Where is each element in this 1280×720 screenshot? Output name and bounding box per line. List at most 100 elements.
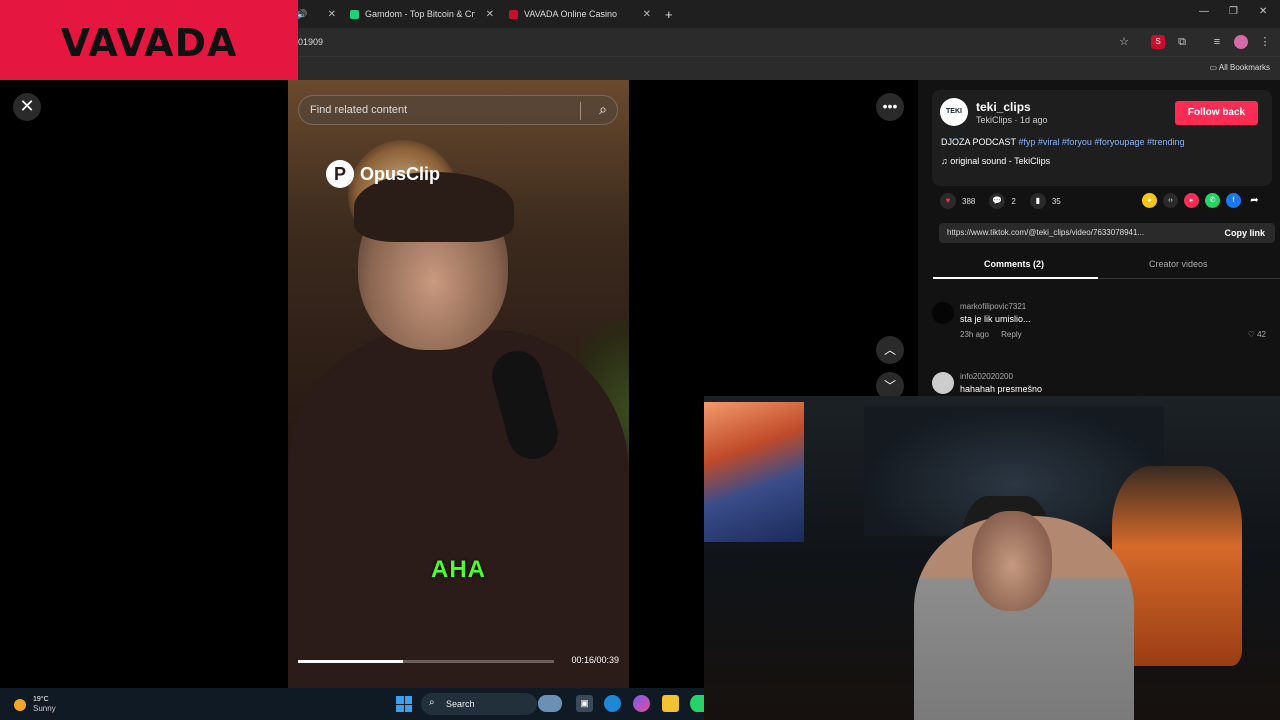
minimize-icon[interactable]: — — [1199, 6, 1209, 17]
active-tab-indicator — [933, 277, 1098, 279]
opusclip-watermark: P OpusClip — [326, 160, 440, 188]
video-player[interactable]: Find related content ⌕ P OpusClip AHA 00… — [288, 80, 629, 688]
tab-title: VAVADA Online Casino — [524, 9, 618, 19]
close-window-icon[interactable]: ✕ — [1259, 6, 1267, 17]
copilot-icon[interactable] — [633, 695, 650, 712]
creator-card: TEKI CLIPS teki_clips TekiClips · 1d ago… — [932, 90, 1272, 186]
gamdom-favicon-icon — [350, 9, 359, 19]
video-link[interactable]: https://www.tiktok.com/@teki_clips/video… — [947, 228, 1192, 237]
video-progress-fill — [298, 660, 403, 663]
video-link-box: https://www.tiktok.com/@teki_clips/video… — [939, 223, 1275, 243]
profile-avatar[interactable] — [1234, 35, 1248, 49]
url-text[interactable]: 01909 — [298, 37, 323, 47]
taskbar-search[interactable]: ⌕ Search — [421, 693, 537, 715]
folder-icon: ▭ — [1209, 63, 1219, 72]
creator-handle[interactable]: teki_clips — [976, 100, 1031, 114]
tab-title: Gamdom - Top Bitcoin & Crypto — [365, 9, 475, 19]
extensions-puzzle-icon[interactable]: ⧉ — [1175, 35, 1189, 49]
comment-avatar[interactable] — [932, 372, 954, 394]
more-options-button[interactable]: ••• — [876, 93, 904, 121]
tab-gamdom[interactable]: Gamdom - Top Bitcoin & Crypto ✕ — [350, 4, 494, 24]
tab-creator-videos[interactable]: Creator videos — [1149, 259, 1208, 269]
windows-taskbar: 19°C Sunny ⌕ Search ▣ — [0, 688, 704, 720]
facebook-icon[interactable]: f — [1226, 193, 1241, 208]
task-view-icon[interactable]: ▣ — [576, 695, 593, 712]
copy-link-button[interactable]: Copy link — [1224, 228, 1265, 238]
comment-item: markofilipovic7321 sta je lik umislio...… — [932, 302, 1272, 348]
sun-icon — [14, 698, 26, 711]
related-search-input[interactable]: Find related content ⌕ — [298, 95, 618, 125]
comment-item: info202020200 hahahah presmešno — [932, 372, 1272, 398]
bookmark-icon[interactable]: ▮ — [1029, 193, 1046, 209]
taskbar-search-label: Search — [446, 699, 475, 709]
comment-like-count: 42 — [1257, 330, 1266, 339]
tab-close-icon[interactable]: ✕ — [328, 9, 336, 20]
edge-icon[interactable] — [604, 695, 621, 712]
reply-button[interactable]: Reply — [1001, 330, 1021, 339]
embed-code-icon[interactable]: ‹› — [1163, 193, 1178, 208]
close-video-button[interactable]: ✕ — [13, 93, 41, 121]
coin-share-icon[interactable]: ● — [1142, 193, 1157, 208]
video-progress-bar[interactable] — [298, 660, 554, 663]
close-icon: ✕ — [19, 96, 35, 116]
streamer-webcam — [704, 396, 1280, 720]
tab-vavada[interactable]: VAVADA Online Casino ✕ — [509, 4, 651, 24]
chevron-up-icon: ︿ — [883, 343, 896, 357]
extension-s-icon[interactable]: S — [1151, 35, 1165, 49]
weather-widget[interactable]: 19°C Sunny — [14, 695, 56, 714]
windows-start-icon[interactable] — [396, 696, 412, 712]
comment-time: 23h ago — [960, 330, 989, 339]
search-divider — [580, 102, 581, 120]
heart-icon[interactable]: ♥ — [940, 193, 956, 209]
all-bookmarks[interactable]: ▭ All Bookmarks — [1210, 63, 1270, 72]
video-time: 00:16/00:39 — [571, 655, 619, 665]
comment-icon[interactable]: 💬 — [989, 193, 1006, 209]
engagement-stats: ♥ 388 💬 2 ▮ 35 — [940, 193, 1075, 209]
tab-close-icon[interactable]: ✕ — [643, 9, 651, 20]
tab-partial[interactable]: 🔊 ✕ — [296, 4, 336, 24]
comment-avatar[interactable] — [932, 302, 954, 324]
sound-link[interactable]: ♫ original sound - TekiClips — [941, 156, 1050, 166]
media-controls-icon[interactable]: ≡ — [1210, 35, 1224, 49]
hashtags[interactable]: #fyp #viral #foryou #foryoupage #trendin… — [1018, 137, 1184, 147]
more-dots-icon: ••• — [882, 98, 898, 114]
save-count: 35 — [1051, 196, 1061, 206]
tab-close-icon[interactable]: ✕ — [486, 9, 494, 20]
creator-avatar[interactable]: TEKI CLIPS — [940, 98, 968, 143]
comment-username[interactable]: markofilipovic7321 — [960, 302, 1026, 311]
webcam-streamer-head — [972, 511, 1052, 611]
heart-outline-icon: ♡ — [1247, 330, 1258, 339]
comment-like[interactable]: ♡ 42 — [1248, 330, 1266, 339]
send-icon[interactable]: ▸ — [1184, 193, 1199, 208]
opusclip-name: OpusClip — [360, 163, 440, 184]
comment-text: hahahah presmešno — [960, 384, 1043, 394]
sound-name: original sound - TekiClips — [950, 156, 1051, 166]
bookmark-star-icon[interactable]: ☆ — [1117, 35, 1131, 49]
search-icon[interactable]: ⌕ — [599, 101, 607, 118]
restore-icon[interactable]: ❐ — [1229, 6, 1238, 17]
comment-meta: 23h ago Reply — [960, 330, 1022, 339]
browser-menu-icon[interactable]: ⋮ — [1258, 35, 1272, 49]
comment-count: 2 — [1011, 196, 1016, 206]
file-explorer-icon[interactable] — [662, 695, 679, 712]
webcam-fireplace-tv — [704, 402, 804, 542]
follow-back-button[interactable]: Follow back — [1175, 101, 1258, 125]
share-arrow-icon[interactable]: ➦ — [1247, 193, 1262, 208]
new-tab-button[interactable]: + — [665, 4, 677, 24]
widgets-icon[interactable] — [538, 695, 562, 712]
previous-video-button[interactable]: ︿ — [876, 336, 904, 364]
tab-comments[interactable]: Comments (2) — [984, 259, 1044, 269]
whatsapp-icon[interactable]: ✆ — [1205, 193, 1220, 208]
all-bookmarks-label: All Bookmarks — [1218, 63, 1270, 72]
chevron-down-icon: ﹀ — [883, 379, 896, 393]
search-icon: ⌕ — [429, 697, 435, 708]
weather-temp: 19°C — [33, 696, 49, 703]
comment-text: sta je lik umislio... — [960, 314, 1031, 324]
comment-username[interactable]: info202020200 — [960, 372, 1013, 381]
description-text: DJOZA PODCAST — [941, 137, 1016, 147]
whatsapp-taskbar-icon[interactable] — [690, 695, 704, 712]
creator-subline: TekiClips · 1d ago — [976, 115, 1048, 125]
search-placeholder: Find related content — [310, 104, 408, 116]
video-caption: AHA — [431, 556, 486, 583]
video-person-body — [288, 330, 629, 688]
